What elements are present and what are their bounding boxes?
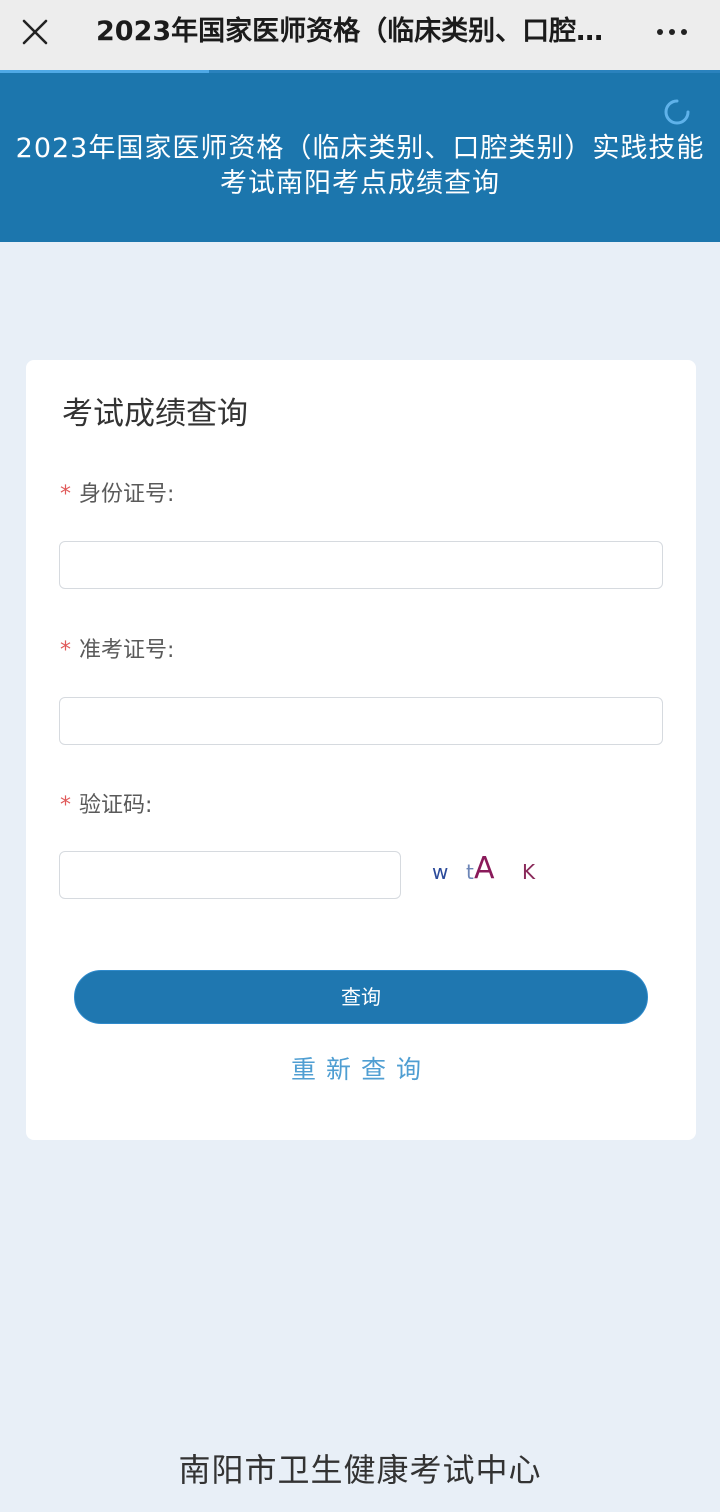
banner-title-line-1: 2023年国家医师资格（临床类别、口腔类别）实践技能: [15, 133, 705, 164]
captcha-label: * 验证码:: [60, 791, 152, 821]
banner-title-line-2: 考试南阳考点成绩查询: [220, 168, 500, 199]
footer-organization: 南阳市卫生健康考试中心: [178, 1451, 542, 1489]
captcha-char: w: [432, 860, 449, 884]
captcha-char: t: [466, 860, 474, 884]
loading-spinner-icon: [664, 99, 690, 125]
captcha-char: A: [474, 851, 495, 886]
more-options-icon[interactable]: [650, 18, 694, 46]
top-navigation-bar: 2023年国家医师资格（临床类别、口腔类别）实践技能考试南阳考点成绩查询: [0, 0, 720, 70]
close-icon[interactable]: [18, 15, 52, 49]
admission-ticket-label: * 准考证号:: [60, 636, 174, 666]
id-number-input[interactable]: [59, 541, 663, 589]
captcha-char: K: [522, 860, 536, 884]
more-dot: [657, 29, 663, 35]
reset-query-link[interactable]: 重新查询: [26, 1054, 696, 1086]
query-form-card: 考试成绩查询 * 身份证号: * 准考证号: * 验证码: w t A K 查询 重新…: [26, 360, 696, 1140]
page-title: 2023年国家医师资格（临床类别、口腔类别）实践技能考试南阳考点成绩查询: [96, 16, 626, 47]
banner-title: 2023年国家医师资格（临床类别、口腔类别）实践技能 考试南阳考点成绩查询: [0, 131, 720, 201]
query-button[interactable]: 查询: [74, 970, 648, 1024]
captcha-label-text: 验证码:: [79, 793, 153, 818]
header-banner: 2023年国家医师资格（临床类别、口腔类别）实践技能 考试南阳考点成绩查询: [0, 73, 720, 242]
required-mark: *: [60, 793, 71, 818]
required-mark: *: [60, 482, 71, 507]
required-mark: *: [60, 638, 71, 663]
form-title: 考试成绩查询: [62, 396, 248, 432]
more-dot: [669, 29, 675, 35]
captcha-input[interactable]: [59, 851, 401, 899]
more-dot: [681, 29, 687, 35]
captcha-image[interactable]: w t A K: [424, 848, 554, 900]
admission-ticket-input[interactable]: [59, 697, 663, 745]
id-number-label-text: 身份证号:: [79, 482, 175, 507]
id-number-label: * 身份证号:: [60, 480, 174, 510]
admission-ticket-label-text: 准考证号:: [79, 638, 175, 663]
